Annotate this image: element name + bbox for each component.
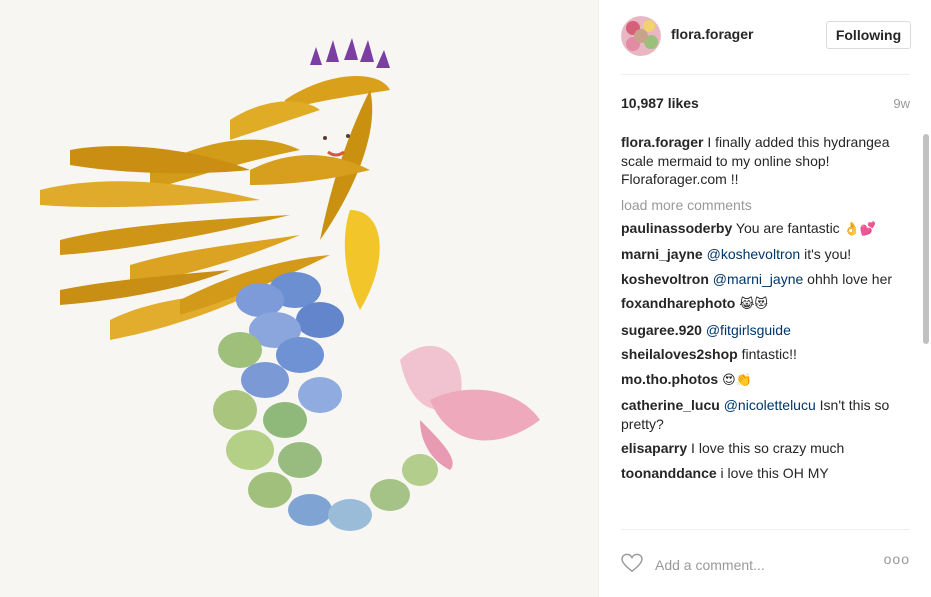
comment-mention[interactable]: @fitgirlsguide	[706, 322, 791, 338]
comment-text: it's you!	[800, 246, 852, 262]
comment-text: fintastic!!	[737, 346, 797, 362]
comment-mention[interactable]: @koshevoltron	[707, 246, 801, 262]
comment-text: i love this OH MY	[716, 464, 829, 481]
comment-emoji: 😍👏	[722, 372, 752, 388]
comment-username[interactable]: sheilaloves2shop	[621, 346, 738, 362]
caption: flora.forager I finally added this hydra…	[621, 133, 910, 189]
divider	[621, 529, 910, 530]
comment-text: ohhh love her	[803, 270, 893, 287]
post-author-username[interactable]: flora.forager	[671, 26, 753, 42]
comment-username[interactable]: paulinassoderby	[621, 220, 732, 236]
comment-item: elisaparry I love this so crazy much	[621, 439, 910, 458]
comment-item: sheilaloves2shop fintastic!!	[621, 345, 910, 364]
comment-username[interactable]: koshevoltron	[621, 271, 709, 287]
comment-item: paulinassoderby You are fantastic 👌💕	[621, 219, 910, 240]
comment-item: sugaree.920 @fitgirlsguide	[621, 321, 910, 340]
heart-icon[interactable]	[621, 553, 643, 573]
comments-scrollbar[interactable]	[923, 134, 929, 344]
post-header: flora.forager Following	[621, 16, 911, 56]
comment-username[interactable]: sugaree.920	[621, 322, 702, 338]
comment-item: marni_jayne @koshevoltron it's you!	[621, 245, 910, 264]
post-photo[interactable]	[0, 0, 598, 597]
likes-count[interactable]: 10,987 likes	[621, 95, 699, 111]
comment-item: koshevoltron @marni_jayne ohhh love her	[621, 270, 910, 289]
avatar[interactable]	[621, 16, 661, 56]
post-timestamp[interactable]: 9w	[893, 96, 910, 111]
comments-list[interactable]: flora.forager I finally added this hydra…	[621, 133, 910, 526]
comment-username[interactable]: catherine_lucu	[621, 397, 720, 413]
comment-text: You are fantastic	[732, 219, 844, 236]
post-stats: 10,987 likes 9w	[621, 95, 910, 115]
comment-mention[interactable]: @nicolettelucu	[724, 397, 816, 413]
post-details-panel: flora.forager Following 10,987 likes 9w …	[598, 0, 931, 597]
comment-item: foxandharephoto 😹😻	[621, 294, 910, 315]
flower-petal-mermaid-image	[0, 0, 598, 597]
comment-emoji: 😹😻	[739, 297, 768, 312]
comment-bar: ooo	[621, 548, 910, 580]
comment-username[interactable]: foxandharephoto	[621, 295, 735, 311]
comment-emoji: 👌💕	[843, 221, 876, 237]
following-button[interactable]: Following	[826, 21, 911, 49]
caption-username[interactable]: flora.forager	[621, 134, 703, 150]
comment-username[interactable]: elisaparry	[621, 440, 687, 456]
comment-username[interactable]: mo.tho.photos	[621, 371, 718, 387]
avatar-image	[621, 16, 661, 56]
add-comment-input[interactable]	[655, 554, 870, 576]
comment-item: toonanddance i love this OH MY	[621, 464, 910, 483]
comment-text: I love this so crazy much	[687, 440, 845, 456]
comment-item: mo.tho.photos 😍👏	[621, 370, 910, 391]
comment-username[interactable]: marni_jayne	[621, 246, 703, 262]
divider	[621, 74, 910, 75]
more-options-icon[interactable]: ooo	[884, 551, 910, 567]
load-more-comments-link[interactable]: load more comments	[621, 196, 910, 214]
comment-mention[interactable]: @marni_jayne	[713, 271, 803, 287]
comment-item: catherine_lucu @nicolettelucu Isn't this…	[621, 396, 910, 433]
comment-username[interactable]: toonanddance	[621, 465, 717, 481]
